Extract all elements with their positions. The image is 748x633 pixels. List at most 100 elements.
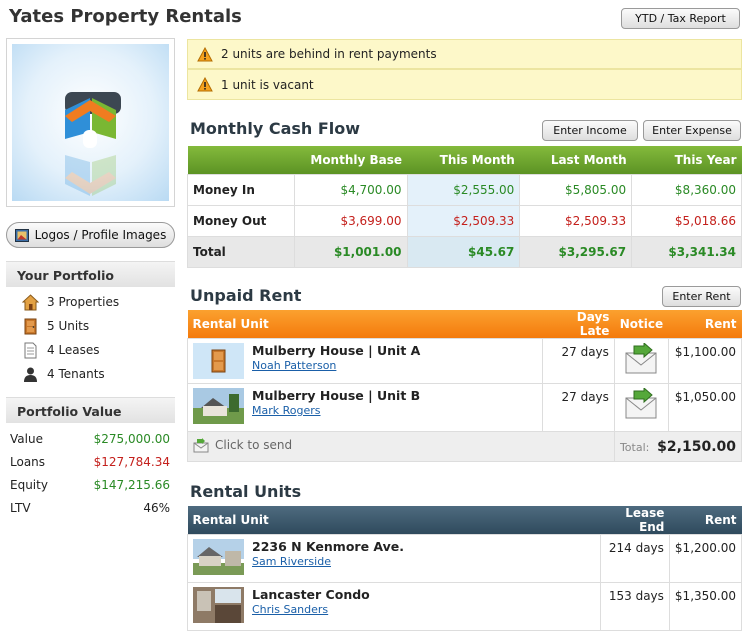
equity-row: Equity $147,215.66: [10, 473, 170, 496]
rent-amount: $1,050.00: [667, 383, 743, 432]
table-row[interactable]: 2236 N Kenmore Ave. Sam Riverside 214 da…: [187, 534, 743, 583]
company-logo: [65, 92, 121, 196]
value-row: Value $275,000.00: [10, 427, 170, 450]
rent-amount: $1,350.00: [668, 582, 743, 631]
loans-row: Loans $127,784.34: [10, 450, 170, 473]
alert-late-payments[interactable]: 2 units are behind in rent payments: [187, 39, 742, 69]
portfolio-item-label: 5 Units: [47, 319, 90, 333]
cell: $5,805.00: [519, 173, 633, 206]
logos-profile-images-label: Logos / Profile Images: [34, 228, 167, 242]
ltv-label: LTV: [10, 500, 31, 515]
person-icon: [24, 367, 37, 382]
rental-units-title: Rental Units: [190, 482, 302, 501]
cell: $3,341.34: [631, 235, 742, 268]
tenant-link[interactable]: Sam Riverside: [252, 555, 331, 568]
col-rent: Rent: [668, 310, 742, 339]
total-row: Total $1,001.00 $45.67 $3,295.67 $3,341.…: [187, 235, 742, 268]
portfolio-item-tenants[interactable]: 4 Tenants: [22, 363, 105, 385]
ytd-tax-report-button[interactable]: YTD / Tax Report: [621, 8, 740, 29]
unit-thumbnail: [193, 587, 244, 623]
page-title: Yates Property Rentals: [9, 6, 242, 27]
cell: $2,555.00: [406, 173, 521, 206]
col-this-month: This Month: [407, 146, 520, 174]
warning-icon: [197, 46, 213, 61]
portfolio-item-label: 4 Tenants: [47, 367, 105, 381]
col-notice: Notice: [614, 310, 669, 339]
value-label: Value: [10, 431, 43, 446]
alert-text: 1 unit is vacant: [221, 77, 314, 92]
equity-label: Equity: [10, 477, 48, 492]
tenant-link[interactable]: Mark Rogers: [252, 404, 321, 417]
total-value: $2,150.00: [657, 438, 736, 455]
lease-end: 153 days: [599, 582, 670, 631]
ltv-amount: 46%: [143, 500, 170, 515]
unit-thumbnail: [193, 343, 244, 379]
cell: $3,295.67: [519, 235, 633, 268]
unpaid-rent-title: Unpaid Rent: [190, 286, 302, 305]
cell: $4,700.00: [293, 173, 408, 206]
cell: $5,018.66: [631, 204, 742, 237]
loans-label: Loans: [10, 454, 46, 469]
table-row[interactable]: Lancaster Condo Chris Sanders 153 days $…: [187, 582, 743, 631]
tenant-link[interactable]: Noah Patterson: [252, 359, 336, 372]
col-days-late: Days Late: [542, 310, 615, 339]
send-notice-icon[interactable]: [624, 386, 658, 420]
cash-flow-title: Monthly Cash Flow: [190, 119, 361, 138]
click-to-send-label: Click to send: [215, 438, 293, 452]
portfolio-heading: Your Portfolio: [6, 261, 175, 287]
cell: $8,360.00: [631, 173, 742, 206]
enter-income-button[interactable]: Enter Income: [542, 120, 638, 141]
value-amount: $275,000.00: [93, 431, 170, 446]
unpaid-footer-row: Click to send Total: $2,150.00: [187, 431, 743, 462]
cell: $1,001.00: [293, 235, 408, 268]
send-notice-icon[interactable]: [624, 341, 658, 375]
cell: $2,509.33: [406, 204, 521, 237]
days-late: 27 days: [542, 338, 615, 384]
image-icon: [14, 228, 29, 242]
rental-units-table: Rental Unit Lease End Rent 2236 N Kenmor…: [187, 506, 743, 631]
tenant-link[interactable]: Chris Sanders: [252, 603, 328, 616]
money-in-row: Money In $4,700.00 $2,555.00 $5,805.00 $…: [187, 173, 742, 206]
unit-name: Lancaster Condo: [252, 587, 370, 602]
warning-icon: [197, 77, 213, 92]
col-this-year: This Year: [631, 146, 742, 174]
loans-amount: $127,784.34: [93, 454, 170, 469]
enter-rent-button[interactable]: Enter Rent: [662, 286, 741, 307]
col-rent: Rent: [669, 506, 742, 535]
unit-thumbnail: [193, 539, 244, 575]
cell: $3,699.00: [293, 204, 408, 237]
row-label: Money In: [187, 173, 295, 206]
table-row[interactable]: Mulberry House | Unit B Mark Rogers 27 d…: [186, 383, 743, 432]
total-label: Total:: [619, 440, 650, 454]
alert-text: 2 units are behind in rent payments: [221, 47, 437, 61]
unpaid-rent-table: Rental Unit Days Late Notice Rent Mulber…: [186, 310, 743, 462]
rent-amount: $1,100.00: [667, 338, 743, 384]
company-logo-frame: [6, 38, 175, 207]
alert-vacant-unit[interactable]: 1 unit is vacant: [187, 69, 742, 100]
table-row[interactable]: Mulberry House | Unit A Noah Patterson 2…: [186, 338, 743, 384]
col-rental-unit: Rental Unit: [187, 506, 601, 535]
click-to-send-hint[interactable]: Click to send: [193, 437, 293, 453]
door-icon: [24, 318, 37, 334]
equity-amount: $147,215.66: [93, 477, 170, 492]
col-monthly-base: Monthly Base: [294, 146, 408, 174]
row-label: Total: [187, 235, 295, 268]
portfolio-item-units[interactable]: 5 Units: [22, 315, 89, 337]
portfolio-item-label: 3 Properties: [47, 295, 120, 309]
portfolio-item-leases[interactable]: 4 Leases: [22, 339, 100, 361]
money-out-row: Money Out $3,699.00 $2,509.33 $2,509.33 …: [187, 204, 742, 237]
cell: $45.67: [406, 235, 521, 268]
portfolio-item-properties[interactable]: 3 Properties: [22, 291, 119, 313]
unit-name: Mulberry House | Unit B: [252, 388, 421, 403]
document-icon: [24, 342, 37, 358]
house-icon: [22, 293, 39, 310]
unit-thumbnail: [193, 388, 244, 424]
col-last-month: Last Month: [519, 146, 632, 174]
logos-profile-images-button[interactable]: Logos / Profile Images: [6, 222, 175, 248]
cash-flow-header-blank: [187, 146, 295, 174]
ltv-row: LTV 46%: [10, 496, 170, 519]
enter-expense-button[interactable]: Enter Expense: [643, 120, 741, 141]
unit-name: 2236 N Kenmore Ave.: [252, 539, 405, 554]
send-mail-icon: [193, 437, 209, 452]
unit-name: Mulberry House | Unit A: [252, 343, 421, 358]
